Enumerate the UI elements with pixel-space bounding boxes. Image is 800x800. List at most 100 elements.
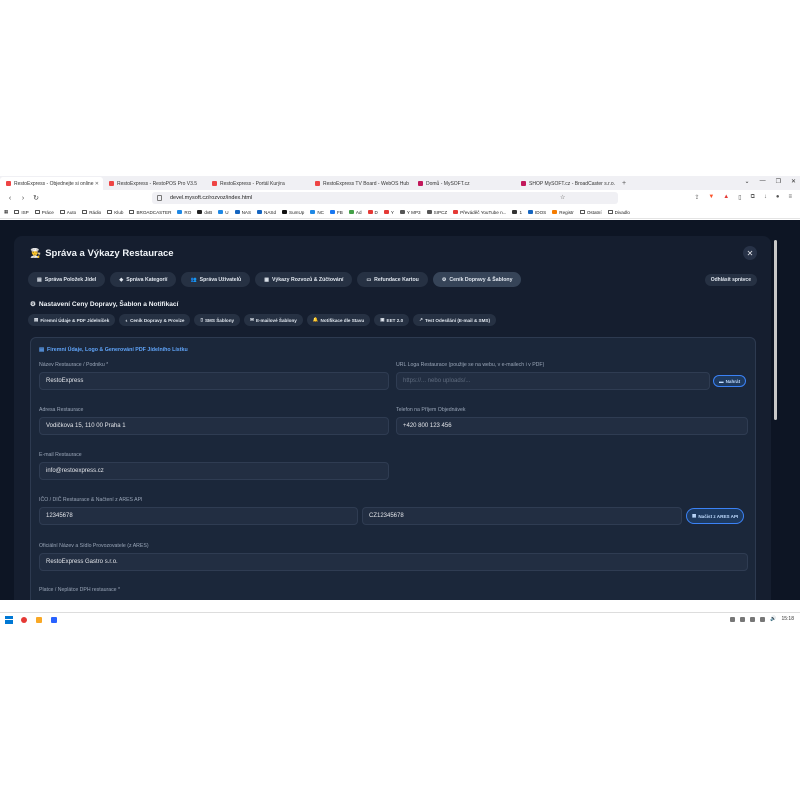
section-title-text: Nastavení Ceny Dopravy, Šablon a Notifik… — [38, 300, 179, 308]
bookmark-item[interactable]: U — [218, 210, 229, 215]
clock[interactable]: 15:18 — [781, 616, 794, 622]
bookmark-item[interactable]: RO — [177, 210, 191, 215]
address-bar[interactable]: devel.mysoft.cz/rozvoz/index.html — [152, 192, 618, 204]
official-name-input[interactable]: RestoExpress Gastro s.r.o. — [39, 553, 748, 571]
logout-button[interactable]: Odhlásit správce — [704, 274, 757, 286]
back-icon[interactable]: ‹ — [7, 195, 13, 202]
bookmark-item[interactable]: ISP — [14, 210, 29, 215]
bookmark-item[interactable]: Auto — [59, 210, 76, 215]
browser-tab[interactable]: RestoExpress - Objednejte si online ✕ — [0, 177, 103, 190]
bookmark-item[interactable]: NAS — [234, 210, 251, 215]
taskbar-app[interactable] — [36, 616, 45, 623]
bookmark-label: RO — [184, 209, 192, 215]
bookmark-item[interactable]: SIPCZ — [426, 210, 447, 215]
windows-start-icon[interactable] — [5, 615, 13, 624]
email-input[interactable]: info@restoexpress.cz — [39, 462, 389, 480]
tab-icon: ⚙ — [441, 276, 447, 283]
admin-tab[interactable]: 👥 Správa Uživatelů — [181, 272, 251, 287]
bookmark-item[interactable]: Klub — [107, 210, 123, 215]
browser-tab[interactable]: Domů - MySOFT.cz — [412, 177, 515, 190]
close-tab-icon[interactable]: ✕ — [95, 181, 99, 187]
bookmark-item[interactable]: FB — [330, 210, 343, 215]
tray-icon[interactable] — [740, 616, 746, 622]
bookmark-item[interactable]: Ostatní — [579, 209, 602, 215]
settings-subtab[interactable]: ◐ Ceník Dopravy & Provize — [119, 314, 191, 326]
browser-tab-strip: RestoExpress - Objednejte si online ✕ Res… — [0, 176, 800, 190]
system-tray: 🔊 15:18 — [730, 616, 794, 622]
tray-icon[interactable] — [760, 616, 766, 622]
browser-tab[interactable]: RestoExpress TV Board - WebOS Hub — [309, 177, 412, 190]
extensions-icon[interactable]: ⧉ — [751, 194, 755, 201]
settings-subtab[interactable]: ▤ Firemní Údaje & PDF Jídelníček — [28, 314, 116, 326]
bookmark-item[interactable]: NC — [310, 210, 324, 215]
subtab-icon: ▤ — [34, 317, 39, 322]
bookmark-label: D — [374, 209, 378, 215]
address-input[interactable]: Vodičkova 15, 110 00 Praha 1 — [39, 417, 389, 435]
load-ares-button[interactable]: ▦ Načíst z ARES API — [686, 508, 745, 524]
rewards-icon[interactable]: ▲ — [723, 194, 729, 201]
bookmark-item[interactable]: Rádio — [82, 210, 101, 215]
settings-subtab[interactable]: 🔔 Notifikace dle Stavu — [306, 314, 371, 326]
forward-icon[interactable]: › — [20, 195, 26, 202]
phone-input[interactable]: +420 800 123 456 — [396, 417, 748, 435]
profile-icon[interactable]: ● — [776, 194, 780, 201]
admin-tab[interactable]: ▦ Výkazy Rozvozů & Zúčtování — [255, 272, 353, 287]
reload-icon[interactable]: ↻ — [33, 194, 39, 202]
admin-tab[interactable]: ◆ Správa Kategorií — [110, 272, 177, 287]
page-scrollbar[interactable] — [774, 240, 777, 420]
admin-tab[interactable]: ⚙ Ceník Dopravy & Šablony — [432, 272, 522, 287]
bookmark-item[interactable]: BROADCASTER — [129, 210, 171, 215]
admin-tab[interactable]: ▭ Refundace Kartou — [357, 272, 428, 287]
bookmark-item[interactable]: Y MP3 — [399, 210, 421, 215]
download-icon[interactable]: ↓ — [764, 194, 767, 201]
brave-shield-icon[interactable]: ▼ — [708, 194, 714, 201]
share-icon[interactable]: ⇪ — [694, 194, 699, 201]
maximize-icon[interactable]: ❐ — [776, 178, 781, 185]
bookmark-favicon-icon — [512, 210, 518, 214]
restaurant-name-input[interactable]: RestoExpress — [39, 372, 389, 390]
bookmark-item[interactable]: Y — [383, 209, 394, 215]
page-info-icon[interactable] — [157, 195, 162, 201]
logo-url-input[interactable]: https://... nebo uploads/... — [396, 372, 710, 390]
taskbar-app[interactable] — [51, 616, 60, 623]
settings-subtab[interactable]: ▣ EET 2.0 — [374, 314, 410, 326]
tray-icon[interactable] — [750, 616, 756, 622]
menu-icon[interactable]: ≡ — [788, 194, 792, 201]
folder-icon — [107, 210, 113, 214]
settings-subtab[interactable]: ▯ SMS Šablony — [194, 314, 241, 326]
ico-input[interactable]: 12345678 — [39, 507, 358, 525]
tray-icon[interactable] — [730, 616, 736, 622]
bookmark-item[interactable]: Divadlo — [607, 210, 630, 215]
bookmark-item[interactable]: Převáděč YouTube n... — [453, 210, 506, 215]
apps-icon[interactable]: ▦ — [4, 209, 8, 215]
bookmark-item[interactable]: Ad — [348, 210, 362, 215]
bookmark-star-icon[interactable]: ☆ — [560, 194, 565, 201]
bookmark-label: Y — [390, 209, 394, 215]
minimize-icon[interactable]: — — [760, 178, 766, 185]
chrome-taskbar-icon[interactable] — [21, 616, 30, 623]
bookmark-item[interactable]: Registr — [552, 210, 574, 215]
bookmark-item[interactable]: SumUp — [282, 210, 304, 215]
new-tab-button[interactable]: + — [622, 177, 626, 190]
bookmark-item[interactable]: D — [367, 209, 378, 215]
dic-input[interactable]: CZ12345678 — [362, 507, 682, 525]
upload-logo-button[interactable]: ▬ Nahrát — [713, 375, 747, 387]
admin-tab[interactable]: ▤ Správa Položek Jídel — [28, 272, 106, 287]
tab-list-icon[interactable]: ⌄ — [745, 178, 750, 185]
browser-tab[interactable]: SHOP MySOFT.cz - BroadCaster s.r.o. — [515, 177, 618, 190]
bookmark-item[interactable]: IDOS — [528, 210, 546, 215]
sidebar-icon[interactable]: ▯ — [738, 194, 741, 201]
close-window-icon[interactable]: ✕ — [791, 178, 796, 185]
settings-subtab[interactable]: ✉ E-mailové Šablony — [244, 314, 303, 326]
bookmark-item[interactable]: 1 — [512, 210, 522, 215]
bookmark-item[interactable]: Práce — [34, 210, 54, 215]
close-modal-button[interactable]: ✕ — [743, 246, 757, 260]
browser-tab[interactable]: RestoExpress - RestoPOS Pro V3.5 — [103, 177, 206, 190]
bookmark-label: Ostatní — [586, 209, 602, 215]
speaker-icon[interactable]: 🔊 — [770, 616, 776, 622]
bookmark-item[interactable]: dvB — [197, 210, 212, 215]
browser-tab[interactable]: RestoExpress - Portál Kurýra — [206, 177, 309, 190]
bookmark-item[interactable]: NASd — [257, 210, 276, 215]
card-title-text: Firemní Údaje, Logo & Generování PDF Jíd… — [47, 347, 188, 353]
settings-subtab[interactable]: ↗ Test Odesílání (E-mail & SMS) — [413, 314, 497, 326]
